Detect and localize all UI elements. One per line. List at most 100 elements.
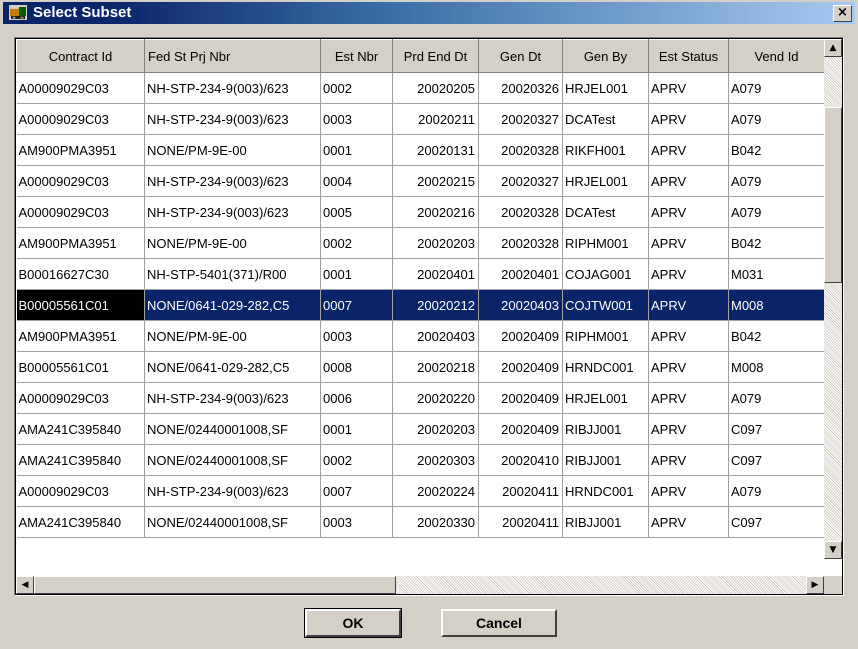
table-row[interactable]: B00005561C01 NONE/0641-029-282,C5 0008 2002… (16, 351, 825, 383)
table-cell: A079 (728, 165, 825, 197)
table-cell: 20020411 (478, 506, 563, 538)
table-row[interactable]: A00009029C03 NH-STP-234-9(003)/623 0005 200… (16, 196, 825, 228)
table-cell: AM900PMA3951 (16, 320, 145, 352)
column-header[interactable]: Fed St Prj Nbr (144, 39, 321, 73)
table-cell: 0007 (320, 475, 393, 507)
table-cell: 0002 (320, 444, 393, 476)
table-cell: 20020216 (392, 196, 479, 228)
table-cell: C097 (728, 413, 825, 445)
table-cell: 20020409 (478, 413, 563, 445)
table-cell: APRV (648, 134, 729, 166)
table-cell: M008 (728, 289, 825, 321)
table-cell: 20020303 (392, 444, 479, 476)
table-cell: APRV (648, 289, 729, 321)
table-cell: 20020330 (392, 506, 479, 538)
column-header[interactable]: Contract Id (16, 39, 145, 73)
scroll-left-icon[interactable]: ◀ (16, 576, 34, 594)
column-header[interactable]: Gen Dt (478, 39, 563, 73)
table-row[interactable]: AMA241C395840 NONE/02440001008,SF 0003 2002… (16, 506, 825, 538)
table-cell: 20020409 (478, 320, 563, 352)
table-cell: HRJEL001 (562, 72, 649, 104)
table-cell: AM900PMA3951 (16, 134, 145, 166)
table-cell: 20020224 (392, 475, 479, 507)
table-cell: B042 (728, 227, 825, 259)
table-cell: NONE/02440001008,SF (144, 413, 321, 445)
table-cell: A00009029C03 (16, 382, 145, 414)
table-cell: 20020326 (478, 72, 563, 104)
table-row[interactable]: AM900PMA3951 NONE/PM-9E-00 0003 20020403 200… (16, 320, 825, 352)
table-cell: AM900PMA3951 (16, 227, 145, 259)
scroll-down-icon[interactable]: ▼ (824, 541, 842, 559)
data-grid[interactable]: Contract Id Fed St Prj Nbr Est Nbr Prd End … (16, 39, 842, 594)
table-cell: HRNDC001 (562, 351, 649, 383)
ok-button[interactable]: OK (304, 608, 402, 638)
vertical-scroll-thumb[interactable] (824, 107, 842, 283)
table-row[interactable]: A00009029C03 NH-STP-234-9(003)/623 0007 200… (16, 475, 825, 507)
column-header[interactable]: Vend Id (728, 39, 825, 73)
vertical-scrollbar[interactable]: ▲ ▼ (824, 39, 842, 559)
table-cell: AMA241C395840 (16, 413, 145, 445)
table-cell: NONE/02440001008,SF (144, 444, 321, 476)
table-row[interactable]: AMA241C395840 NONE/02440001008,SF 0002 2002… (16, 444, 825, 476)
table-cell: 20020215 (392, 165, 479, 197)
table-cell: RIBJJ001 (562, 506, 649, 538)
column-header[interactable]: Est Nbr (320, 39, 393, 73)
table-row[interactable]: AM900PMA3951 NONE/PM-9E-00 0001 20020131 200… (16, 134, 825, 166)
table-cell: A00009029C03 (16, 196, 145, 228)
column-header[interactable]: Prd End Dt (392, 39, 479, 73)
table-cell: 0001 (320, 134, 393, 166)
table-cell: NONE/02440001008,SF (144, 506, 321, 538)
table-row[interactable]: A00009029C03 NH-STP-234-9(003)/623 0003 200… (16, 103, 825, 135)
table-row[interactable]: B00005561C01 NONE/0641-029-282,C5 0007 2002… (16, 289, 825, 321)
column-header[interactable]: Est Status (648, 39, 729, 73)
table-cell: 20020131 (392, 134, 479, 166)
table-cell: NH-STP-234-9(003)/623 (144, 72, 321, 104)
data-grid-frame: Contract Id Fed St Prj Nbr Est Nbr Prd End … (14, 37, 844, 596)
table-cell: 20020403 (478, 289, 563, 321)
column-header[interactable]: Gen By (562, 39, 649, 73)
scroll-right-icon[interactable]: ▶ (806, 576, 824, 594)
window-title: Select Subset (33, 4, 132, 21)
cancel-button[interactable]: Cancel (441, 609, 557, 637)
table-cell: 0003 (320, 103, 393, 135)
table-cell: NH-STP-234-9(003)/623 (144, 165, 321, 197)
scroll-up-icon[interactable]: ▲ (824, 39, 842, 57)
horizontal-scroll-thumb[interactable] (34, 576, 396, 594)
table-row[interactable]: AM900PMA3951 NONE/PM-9E-00 0002 20020203 200… (16, 227, 825, 259)
app-icon (9, 5, 27, 20)
table-cell: B042 (728, 320, 825, 352)
table-cell: 20020327 (478, 103, 563, 135)
table-cell: 20020409 (478, 382, 563, 414)
table-cell: 20020401 (392, 258, 479, 290)
table-cell: A079 (728, 103, 825, 135)
table-cell: 0003 (320, 320, 393, 352)
close-button[interactable]: × (833, 5, 852, 22)
table-cell: B00005561C01 (16, 289, 145, 321)
title-bar[interactable]: Select Subset × (3, 2, 855, 24)
table-cell: 20020409 (478, 351, 563, 383)
table-cell: APRV (648, 506, 729, 538)
select-subset-dialog: Select Subset × Contract Id Fed St Prj Nb… (0, 0, 858, 649)
table-cell: APRV (648, 320, 729, 352)
table-cell: APRV (648, 103, 729, 135)
table-row[interactable]: AMA241C395840 NONE/02440001008,SF 0001 2002… (16, 413, 825, 445)
table-cell: 0001 (320, 413, 393, 445)
table-cell: AMA241C395840 (16, 506, 145, 538)
table-cell: 20020205 (392, 72, 479, 104)
table-row[interactable]: A00009029C03 NH-STP-234-9(003)/623 0004 200… (16, 165, 825, 197)
table-cell: APRV (648, 382, 729, 414)
table-cell: A00009029C03 (16, 72, 145, 104)
table-cell: 20020203 (392, 413, 479, 445)
table-row[interactable]: A00009029C03 NH-STP-234-9(003)/623 0002 200… (16, 72, 825, 104)
horizontal-scrollbar[interactable]: ◀ ▶ (16, 576, 824, 594)
table-cell: APRV (648, 475, 729, 507)
table-cell: 20020401 (478, 258, 563, 290)
table-row[interactable]: A00009029C03 NH-STP-234-9(003)/623 0006 200… (16, 382, 825, 414)
table-cell: 20020203 (392, 227, 479, 259)
table-row[interactable]: B00016627C30 NH-STP-5401(371)/R00 0001 2002… (16, 258, 825, 290)
table-cell: 20020411 (478, 475, 563, 507)
table-cell: 0002 (320, 227, 393, 259)
table-cell: APRV (648, 351, 729, 383)
table-cell: 20020328 (478, 227, 563, 259)
table-cell: NH-STP-5401(371)/R00 (144, 258, 321, 290)
